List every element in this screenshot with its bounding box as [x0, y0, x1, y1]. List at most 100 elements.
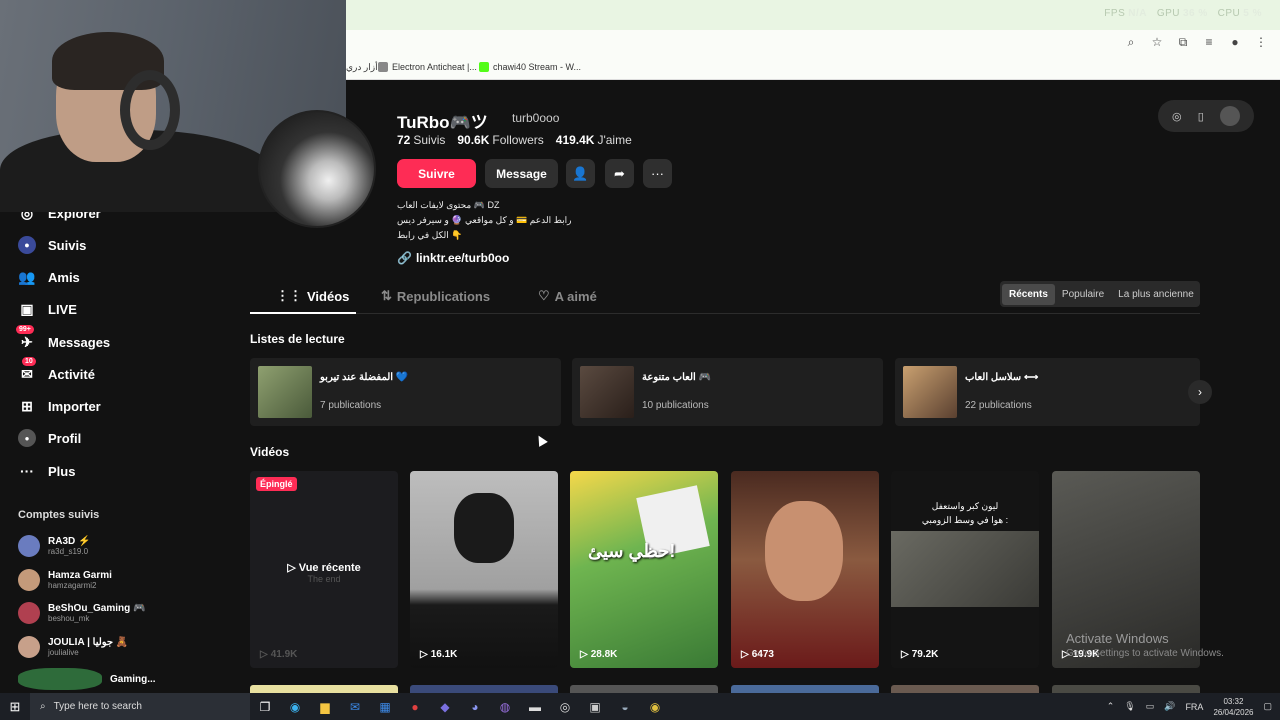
video-card[interactable]: [1052, 685, 1200, 693]
gpu-value: 36 %: [1183, 8, 1208, 19]
sidebar-item-importer[interactable]: ⊞ Importer: [18, 397, 101, 415]
discord-icon[interactable]: ◕: [460, 693, 490, 720]
play-icon: ▷: [580, 649, 588, 660]
view-count: ▷ 6473: [741, 649, 774, 660]
followed-account[interactable]: BeShOu_Gaming 🎮 beshou_mk: [18, 602, 145, 624]
bookmark-item[interactable]: chawi40 Stream - W...: [479, 62, 581, 72]
share-button[interactable]: ➦: [605, 159, 634, 188]
video-card[interactable]: [250, 685, 398, 693]
clock[interactable]: 03:32 26/04/2026: [1213, 696, 1253, 718]
playlists-next-button[interactable]: ›: [1188, 380, 1212, 404]
profile-link[interactable]: 🔗 linktr.ee/turb0oo: [397, 251, 509, 265]
fps-label: FPS: [1104, 8, 1126, 19]
message-button[interactable]: Message: [485, 159, 558, 188]
chrome-icon[interactable]: ◉: [640, 693, 670, 720]
language-indicator[interactable]: FRA: [1185, 702, 1203, 712]
followers-stat[interactable]: 90.6K Followers: [457, 133, 543, 147]
store-icon[interactable]: ▦: [370, 693, 400, 720]
phone-icon[interactable]: ▯: [1198, 110, 1204, 123]
sidebar-item-profil[interactable]: ● Profil: [18, 429, 81, 447]
video-card[interactable]: حظي سيئ! ▷ 28.8K: [570, 471, 718, 668]
taskbar-search[interactable]: ⌕ Type here to search: [30, 693, 250, 720]
followed-account[interactable]: RA3D ⚡ ra3d_s19.0: [18, 535, 90, 557]
terminal-icon[interactable]: ▬: [520, 693, 550, 720]
media-icon[interactable]: ≡: [1202, 35, 1216, 50]
following-stat[interactable]: 72 Suivis: [397, 133, 445, 147]
app-icon[interactable]: ◆: [430, 693, 460, 720]
activity-badge: 10: [22, 357, 36, 366]
followed-account[interactable]: Hamza Garmi hamzagarmi2: [18, 569, 112, 591]
performance-overlay: FPS N/A GPU 36 % CPU 5 %: [1104, 8, 1262, 19]
extensions-icon[interactable]: ⧉: [1176, 35, 1190, 50]
compass-icon[interactable]: ◎: [1172, 110, 1182, 123]
tab-liked[interactable]: ♡ A aimé: [538, 288, 597, 304]
task-view-icon[interactable]: ❐: [250, 693, 280, 720]
volume-icon[interactable]: 🔊: [1164, 701, 1175, 712]
more-options-button[interactable]: ···: [643, 159, 672, 188]
bookmark-item[interactable]: أزار دري: [346, 62, 378, 73]
edge-icon[interactable]: ◉: [280, 693, 310, 720]
sidebar-item-amis[interactable]: 👥 Amis: [18, 268, 80, 286]
obs-icon[interactable]: ◎: [550, 693, 580, 720]
video-card[interactable]: [570, 685, 718, 693]
play-icon: ▷: [741, 649, 749, 660]
sort-oldest[interactable]: La plus ancienne: [1111, 284, 1201, 305]
notifications-icon[interactable]: ▢: [1263, 701, 1272, 712]
mouse-cursor: [534, 433, 548, 447]
video-card[interactable]: [410, 685, 558, 693]
recent-view-label: ▷ Vue récente: [287, 562, 361, 574]
follow-button[interactable]: Suivre: [397, 159, 476, 188]
messages-icon: ✈ 99+: [16, 325, 36, 351]
app-icon[interactable]: ◍: [490, 693, 520, 720]
sidebar-item-suivis[interactable]: ● Suivis: [18, 236, 86, 254]
bookmark-item[interactable]: Electron Anticheat |...: [378, 62, 477, 72]
zoom-icon[interactable]: ⌕: [1124, 35, 1138, 50]
app-icon[interactable]: ▣: [580, 693, 610, 720]
network-icon[interactable]: ▭: [1146, 701, 1155, 712]
bio-line: محتوى لايفات العاب 🎮 DZ: [397, 200, 500, 210]
video-card[interactable]: [891, 685, 1039, 693]
more-icon: ···: [20, 463, 34, 479]
repost-icon: ⇅: [381, 288, 392, 303]
followed-account[interactable]: Gaming...: [18, 668, 156, 690]
heart-icon: ♡: [538, 288, 550, 303]
star-icon[interactable]: ☆: [1150, 35, 1164, 50]
steam-icon[interactable]: ◒: [610, 693, 640, 720]
folder-icon[interactable]: ▆: [310, 693, 340, 720]
following-icon: ●: [18, 236, 36, 254]
video-card[interactable]: [731, 685, 879, 693]
fps-value: N/A: [1128, 8, 1147, 19]
chevron-up-icon[interactable]: ⌃: [1107, 701, 1115, 712]
playlist-card[interactable]: العاب متنوعة 🎮 10 publications: [572, 358, 883, 426]
sidebar-item-activite[interactable]: ✉ 10 Activité: [18, 357, 95, 383]
add-friend-button[interactable]: 👤: [566, 159, 595, 188]
account-icon[interactable]: ●: [1228, 35, 1242, 50]
menu-icon[interactable]: ⋮: [1254, 35, 1268, 50]
sidebar-item-messages[interactable]: ✈ 99+ Messages: [16, 325, 110, 351]
microphone-icon[interactable]: 🎙: [1124, 701, 1135, 712]
app-icon[interactable]: ●: [400, 693, 430, 720]
grid-icon: ⋮⋮: [276, 288, 302, 303]
sort-popular[interactable]: Populaire: [1055, 284, 1111, 305]
sidebar-item-live[interactable]: ▣ LIVE: [18, 300, 77, 318]
start-button[interactable]: ⊞: [0, 693, 30, 720]
tab-videos[interactable]: ⋮⋮ Vidéos: [276, 288, 349, 304]
playlists-title: Listes de lecture: [250, 332, 345, 346]
video-card[interactable]: Épinglé ▷ Vue récente The end ▷ 41.9K: [250, 471, 398, 668]
video-card[interactable]: ▷ 6473: [731, 471, 879, 668]
followed-account[interactable]: JOULIA | جوليا 🧸 joulialive: [18, 636, 128, 658]
avatar[interactable]: [1219, 106, 1240, 126]
tab-republications[interactable]: ⇅ Republications: [381, 288, 490, 304]
mail-icon[interactable]: ✉: [340, 693, 370, 720]
likes-stat: 419.4K J'aime: [555, 133, 632, 147]
activity-icon: ✉ 10: [18, 357, 36, 383]
sort-recent[interactable]: Récents: [1002, 283, 1055, 305]
playlist-card[interactable]: سلاسل العاب ⟷ 22 publications: [895, 358, 1200, 426]
playlist-card[interactable]: المفضلة عند تيربو 💙 7 publications: [250, 358, 561, 426]
video-card[interactable]: ▷ 16.1K: [410, 471, 558, 668]
video-card[interactable]: ليون كبر واستعفل هوا في وسط الزومبي : ▷ 7…: [891, 471, 1039, 668]
address-bar-actions: ⌕ ☆ ⧉ ≡ ● ⋮: [1124, 35, 1268, 50]
avatar: [18, 569, 40, 591]
sidebar-item-plus[interactable]: ··· Plus: [18, 462, 75, 480]
profile-avatar[interactable]: [258, 110, 376, 228]
